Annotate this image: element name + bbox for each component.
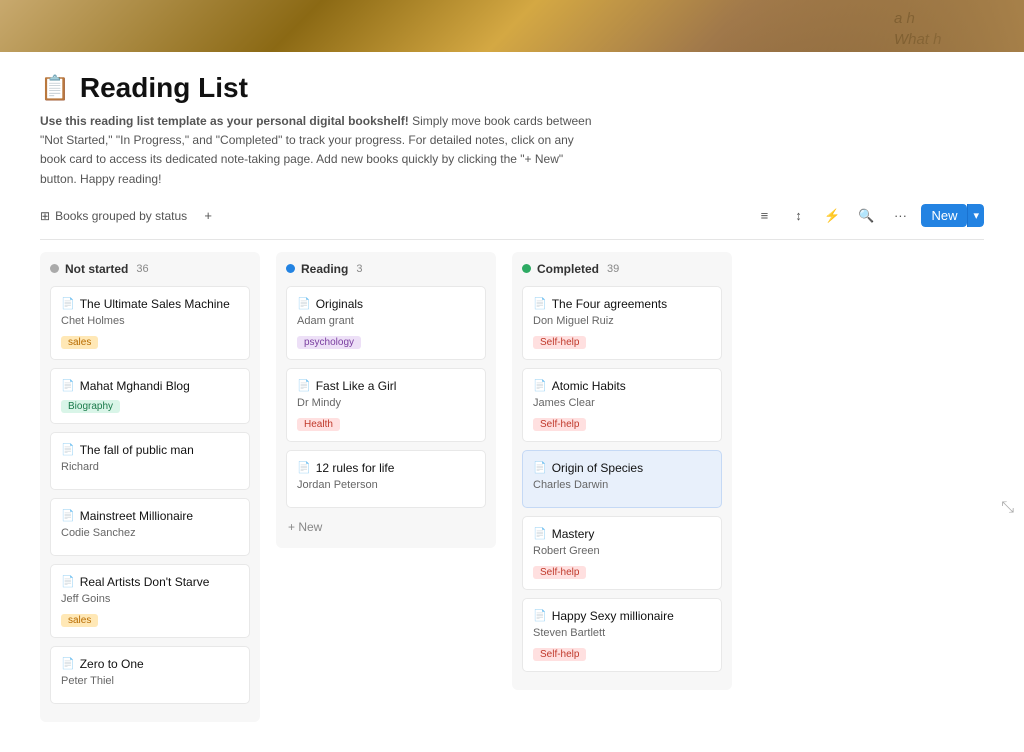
card-page-icon: 📄	[297, 297, 311, 310]
card-page-icon: 📄	[297, 379, 311, 392]
col-count-not-started: 36	[136, 263, 148, 275]
col-count-completed: 39	[607, 263, 619, 275]
card-tag-reading-0: psychology	[297, 336, 361, 349]
page-description: Use this reading list template as your p…	[40, 112, 600, 189]
col-count-reading: 3	[356, 263, 362, 275]
group-by-status-label[interactable]: ⊞ Books grouped by status	[40, 209, 187, 223]
card-tag-not-started-0: sales	[61, 336, 98, 349]
card-not-started-2[interactable]: 📄 The fall of public man Richard	[50, 432, 250, 490]
col-dot-reading	[286, 264, 295, 273]
card-page-icon: 📄	[533, 527, 547, 540]
card-tag-completed-4: Self-help	[533, 648, 586, 661]
card-author-not-started-0: Chet Holmes	[61, 315, 239, 327]
col-header-completed: Completed 39	[522, 262, 722, 276]
card-not-started-0[interactable]: 📄 The Ultimate Sales Machine Chet Holmes s…	[50, 286, 250, 360]
card-tag-not-started-1: Biography	[61, 400, 120, 413]
card-author-reading-2: Jordan Peterson	[297, 479, 475, 491]
card-author-not-started-4: Jeff Goins	[61, 593, 239, 605]
board: Not started 36 📄 The Ultimate Sales Machin…	[40, 252, 984, 732]
page-icon: 📋	[40, 74, 70, 103]
card-not-started-1[interactable]: 📄 Mahat Mghandi Blog Biography	[50, 368, 250, 424]
card-page-icon: 📄	[533, 609, 547, 622]
card-page-icon: 📄	[533, 379, 547, 392]
hero-text: a hWhat ht he let outt is eyes	[894, 8, 964, 52]
card-page-icon: 📄	[61, 379, 75, 392]
column-not-started: Not started 36 📄 The Ultimate Sales Machin…	[40, 252, 260, 722]
card-title-reading-2: 📄 12 rules for life	[297, 461, 475, 475]
card-author-completed-0: Don Miguel Ruiz	[533, 315, 711, 327]
card-author-not-started-5: Peter Thiel	[61, 675, 239, 687]
column-reading: Reading3📄 OriginalsAdam grantpsychology📄…	[276, 252, 496, 548]
card-author-not-started-3: Codie Sanchez	[61, 527, 239, 539]
card-page-icon: 📄	[297, 461, 311, 474]
card-title-reading-0: 📄 Originals	[297, 297, 475, 311]
card-title-completed-3: 📄 Mastery	[533, 527, 711, 541]
card-author-reading-1: Dr Mindy	[297, 397, 475, 409]
page-title: Reading List	[80, 72, 248, 104]
col-title-not-started: Not started	[65, 262, 128, 276]
card-title-not-started-4: 📄 Real Artists Don't Starve	[61, 575, 239, 589]
card-page-icon: 📄	[533, 461, 547, 474]
card-title-completed-1: 📄 Atomic Habits	[533, 379, 711, 393]
card-author-not-started-2: Richard	[61, 461, 239, 473]
card-title-completed-0: 📄 The Four agreements	[533, 297, 711, 311]
col-title-reading: Reading	[301, 262, 348, 276]
hero-banner: a hWhat ht he let outt is eyes	[0, 0, 1024, 52]
card-tag-completed-3: Self-help	[533, 566, 586, 579]
card-page-icon: 📄	[533, 297, 547, 310]
expand-icon[interactable]: ⤡	[1001, 499, 1014, 517]
card-title-not-started-5: 📄 Zero to One	[61, 657, 239, 671]
card-page-icon: 📄	[61, 657, 75, 670]
card-page-icon: 📄	[61, 443, 75, 456]
card-title-not-started-1: 📄 Mahat Mghandi Blog	[61, 379, 239, 393]
new-button[interactable]: New	[921, 204, 967, 227]
sort-button[interactable]: ↕	[785, 203, 811, 229]
new-button-dropdown[interactable]: ▾	[967, 204, 984, 227]
card-completed-1[interactable]: 📄 Atomic Habits James Clear Self-help	[522, 368, 722, 442]
col-dot-completed	[522, 264, 531, 273]
card-reading-0[interactable]: 📄 Originals Adam grant psychology	[286, 286, 486, 360]
card-title-completed-2: 📄 Origin of Species	[533, 461, 711, 475]
card-page-icon: 📄	[61, 509, 75, 522]
card-reading-1[interactable]: 📄 Fast Like a Girl Dr Mindy Health	[286, 368, 486, 442]
card-title-not-started-3: 📄 Mainstreet Millionaire	[61, 509, 239, 523]
card-page-icon: 📄	[61, 575, 75, 588]
page-header: 📋 Reading List	[40, 72, 984, 104]
card-completed-0[interactable]: 📄 The Four agreements Don Miguel Ruiz Self…	[522, 286, 722, 360]
card-author-reading-0: Adam grant	[297, 315, 475, 327]
add-view-button[interactable]: +	[195, 203, 221, 229]
card-author-completed-4: Steven Bartlett	[533, 627, 711, 639]
card-not-started-5[interactable]: 📄 Zero to One Peter Thiel	[50, 646, 250, 704]
card-tag-not-started-4: sales	[61, 614, 98, 627]
col-header-reading: Reading 3	[286, 262, 486, 276]
col-title-completed: Completed	[537, 262, 599, 276]
lightning-button[interactable]: ⚡	[819, 203, 845, 229]
card-completed-4[interactable]: 📄 Happy Sexy millionaire Steven Bartlett S…	[522, 598, 722, 672]
card-reading-2[interactable]: 📄 12 rules for life Jordan Peterson	[286, 450, 486, 508]
page-content: 📋 Reading List Use this reading list tem…	[0, 52, 1024, 752]
card-tag-completed-1: Self-help	[533, 418, 586, 431]
card-page-icon: 📄	[61, 297, 75, 310]
filter-button[interactable]: ≡	[751, 203, 777, 229]
card-title-completed-4: 📄 Happy Sexy millionaire	[533, 609, 711, 623]
card-not-started-4[interactable]: 📄 Real Artists Don't Starve Jeff Goins sal…	[50, 564, 250, 638]
col-dot-not-started	[50, 264, 59, 273]
column-completed: Completed 39 📄 The Four agreements Don Migu…	[512, 252, 732, 690]
more-button[interactable]: ···	[887, 203, 913, 229]
card-author-completed-3: Robert Green	[533, 545, 711, 557]
description-bold: Use this reading list template as your p…	[40, 114, 409, 128]
search-button[interactable]: 🔍	[853, 203, 879, 229]
card-tag-completed-0: Self-help	[533, 336, 586, 349]
toolbar: ⊞ Books grouped by status + ≡ ↕ ⚡ 🔍 ··· …	[40, 203, 984, 240]
card-completed-2[interactable]: 📄 Origin of Species Charles Darwin	[522, 450, 722, 508]
col-header-not-started: Not started 36	[50, 262, 250, 276]
card-tag-reading-1: Health	[297, 418, 340, 431]
card-author-completed-1: James Clear	[533, 397, 711, 409]
card-title-not-started-0: 📄 The Ultimate Sales Machine	[61, 297, 239, 311]
card-title-not-started-2: 📄 The fall of public man	[61, 443, 239, 457]
grid-icon: ⊞	[40, 209, 50, 223]
card-title-reading-1: 📄 Fast Like a Girl	[297, 379, 475, 393]
card-author-completed-2: Charles Darwin	[533, 479, 711, 491]
